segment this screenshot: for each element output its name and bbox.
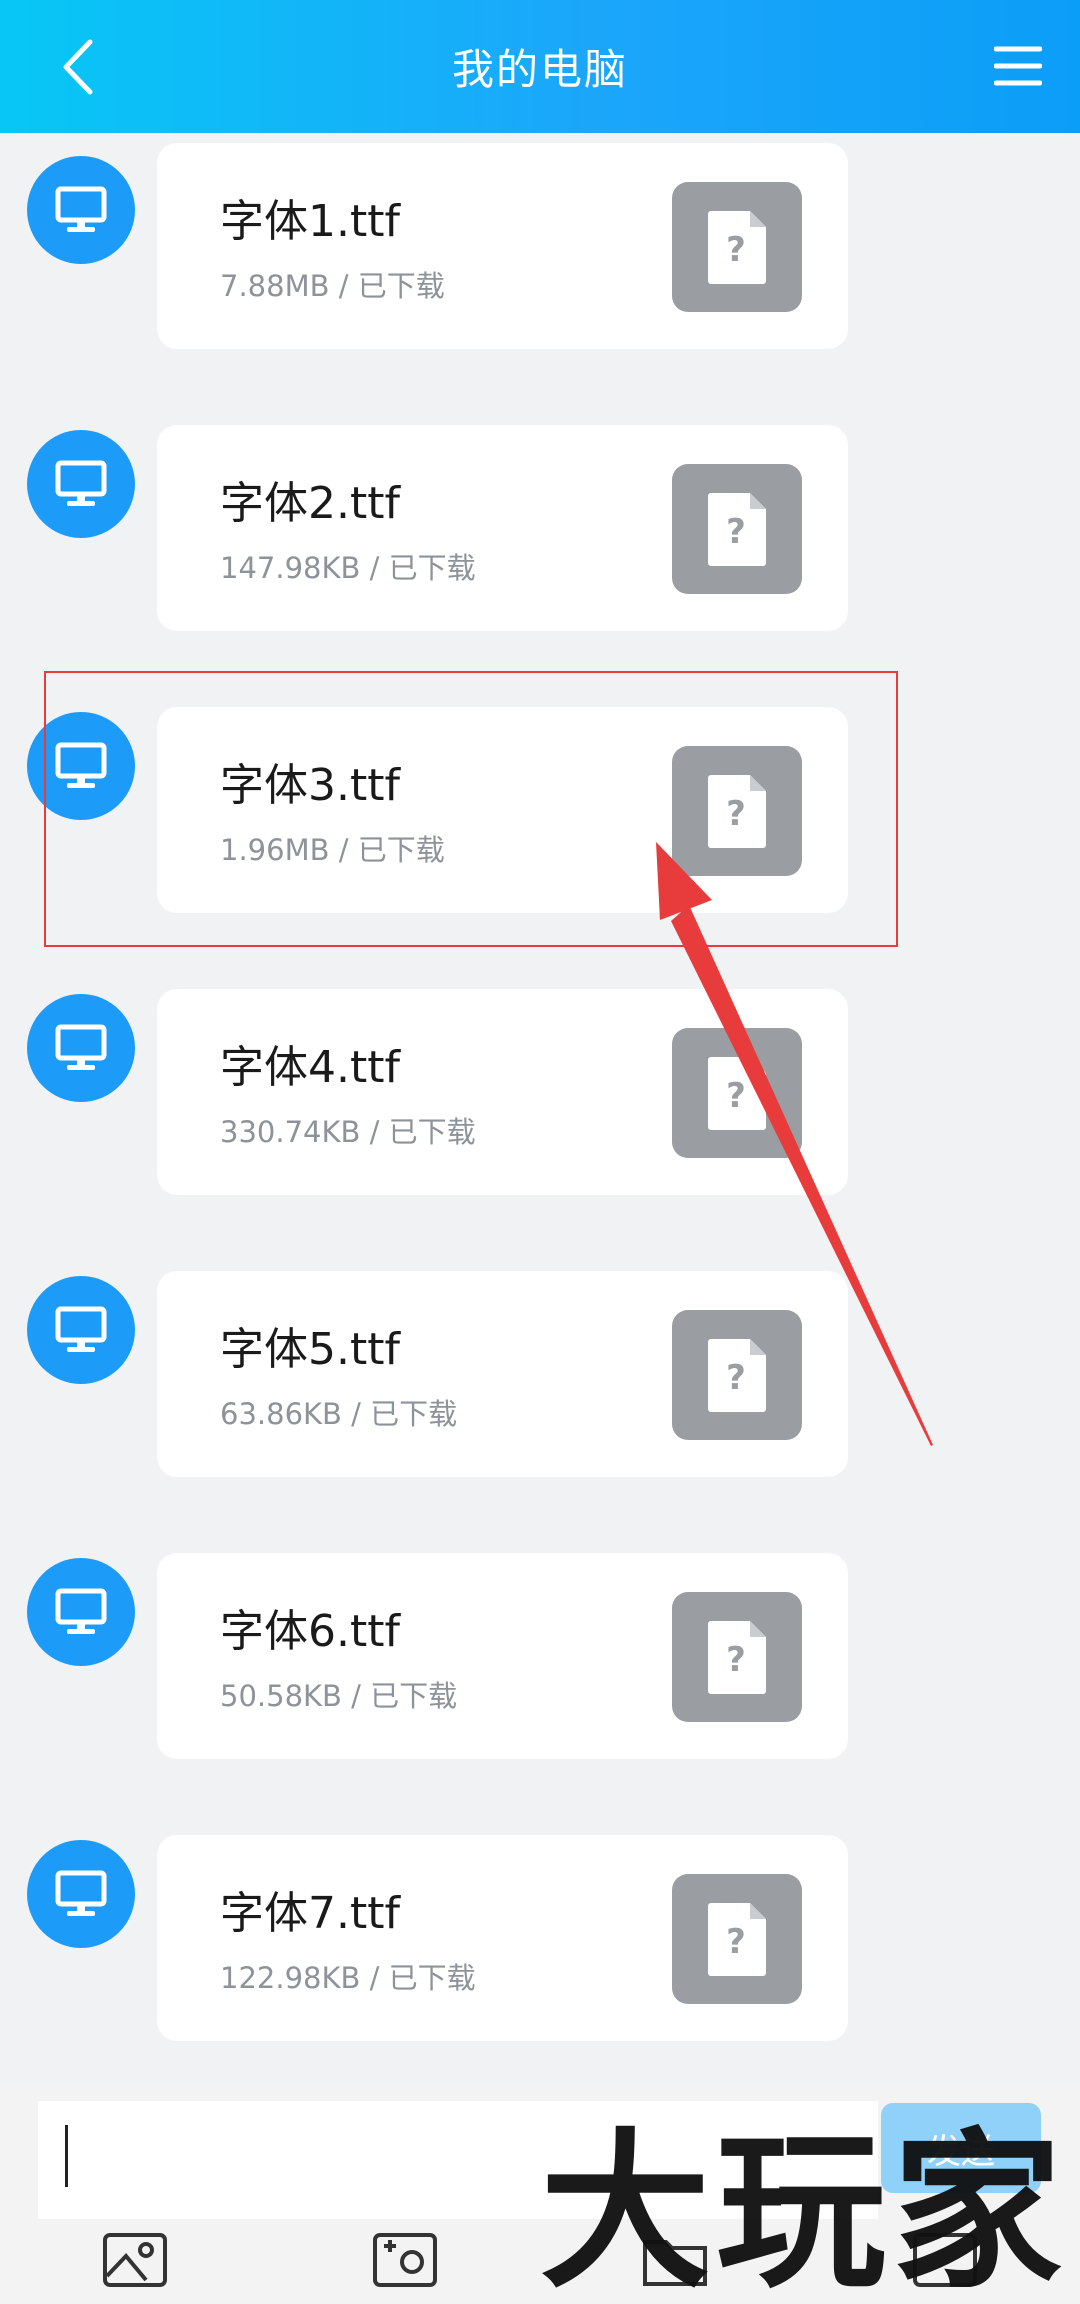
unknown-file-icon: ? — [672, 1874, 802, 2004]
sender-avatar[interactable] — [27, 1558, 135, 1666]
computer-monitor-icon — [55, 1024, 107, 1070]
file-name: 字体3.ttf — [220, 760, 400, 811]
svg-text:?: ? — [726, 1358, 746, 1398]
svg-text:?: ? — [726, 1076, 746, 1116]
image-button[interactable] — [100, 2225, 170, 2295]
file-message-list[interactable]: 字体1.ttf 7.88MB / 已下载 ? 字体2.ttf 147.98KB … — [0, 133, 1080, 2083]
file-card[interactable]: 字体6.ttf 50.58KB / 已下载 ? — [157, 1553, 848, 1759]
unknown-file-icon: ? — [672, 182, 802, 312]
file-size-status: 63.86KB / 已下载 — [220, 1397, 458, 1431]
file-name: 字体1.ttf — [220, 196, 400, 247]
file-card[interactable]: 字体4.ttf 330.74KB / 已下载 ? — [157, 989, 848, 1195]
svg-text:?: ? — [726, 230, 746, 270]
computer-monitor-icon — [55, 1306, 107, 1352]
watermark-text: 大玩家 — [540, 2112, 1069, 2304]
file-size-status: 122.98KB / 已下载 — [220, 1961, 476, 1995]
file-name: 字体2.ttf — [220, 478, 400, 529]
image-icon — [103, 2233, 167, 2287]
file-card[interactable]: 字体7.ttf 122.98KB / 已下载 ? — [157, 1835, 848, 2041]
computer-monitor-icon — [55, 186, 107, 232]
file-size-status: 147.98KB / 已下载 — [220, 551, 476, 585]
page-title: 我的电脑 — [451, 45, 628, 94]
sender-avatar[interactable] — [27, 1840, 135, 1948]
svg-text:?: ? — [726, 512, 746, 552]
menu-button[interactable] — [990, 38, 1046, 94]
file-card[interactable]: 字体5.ttf 63.86KB / 已下载 ? — [157, 1271, 848, 1477]
unknown-file-icon: ? — [672, 1028, 802, 1158]
file-name: 字体6.ttf — [220, 1606, 400, 1657]
file-message-row: 字体6.ttf 50.58KB / 已下载 ? — [0, 1553, 1080, 1763]
unknown-file-icon: ? — [672, 1592, 802, 1722]
text-caret — [65, 2125, 68, 2187]
camera-button[interactable] — [370, 2225, 440, 2295]
svg-text:?: ? — [726, 1640, 746, 1680]
file-message-row: 字体7.ttf 122.98KB / 已下载 ? — [0, 1835, 1080, 2045]
file-message-row: 字体3.ttf 1.96MB / 已下载 ? — [0, 707, 1080, 917]
file-size-status: 330.74KB / 已下载 — [220, 1115, 476, 1149]
file-name: 字体5.ttf — [220, 1324, 400, 1375]
camera-icon — [373, 2233, 437, 2287]
file-message-row: 字体4.ttf 330.74KB / 已下载 ? — [0, 989, 1080, 1199]
svg-text:?: ? — [726, 794, 746, 834]
computer-monitor-icon — [55, 460, 107, 506]
file-message-row: 字体1.ttf 7.88MB / 已下载 ? — [0, 143, 1080, 353]
file-size-status: 50.58KB / 已下载 — [220, 1679, 458, 1713]
unknown-file-icon: ? — [672, 464, 802, 594]
top-bar: 我的电脑 — [0, 0, 1080, 133]
sender-avatar[interactable] — [27, 994, 135, 1102]
computer-monitor-icon — [55, 742, 107, 788]
computer-monitor-icon — [55, 1588, 107, 1634]
file-card[interactable]: 字体3.ttf 1.96MB / 已下载 ? — [157, 707, 848, 913]
svg-text:?: ? — [726, 1922, 746, 1962]
chevron-left-icon — [63, 39, 93, 95]
file-message-row: 字体2.ttf 147.98KB / 已下载 ? — [0, 425, 1080, 635]
app-root: 我的电脑 字体1.ttf 7.88MB / 已下载 ? 字体2.ttf 147.… — [0, 0, 1080, 2304]
sender-avatar[interactable] — [27, 156, 135, 264]
sender-avatar[interactable] — [27, 430, 135, 538]
unknown-file-icon: ? — [672, 1310, 802, 1440]
hamburger-menu-icon — [994, 46, 1042, 86]
back-button[interactable] — [46, 30, 110, 104]
sender-avatar[interactable] — [27, 1276, 135, 1384]
file-name: 字体7.ttf — [220, 1888, 400, 1939]
file-card[interactable]: 字体1.ttf 7.88MB / 已下载 ? — [157, 143, 848, 349]
computer-monitor-icon — [55, 1870, 107, 1916]
file-size-status: 1.96MB / 已下载 — [220, 833, 445, 867]
file-message-row: 字体5.ttf 63.86KB / 已下载 ? — [0, 1271, 1080, 1481]
sender-avatar[interactable] — [27, 712, 135, 820]
unknown-file-icon: ? — [672, 746, 802, 876]
file-name: 字体4.ttf — [220, 1042, 400, 1093]
file-size-status: 7.88MB / 已下载 — [220, 269, 445, 303]
file-card[interactable]: 字体2.ttf 147.98KB / 已下载 ? — [157, 425, 848, 631]
